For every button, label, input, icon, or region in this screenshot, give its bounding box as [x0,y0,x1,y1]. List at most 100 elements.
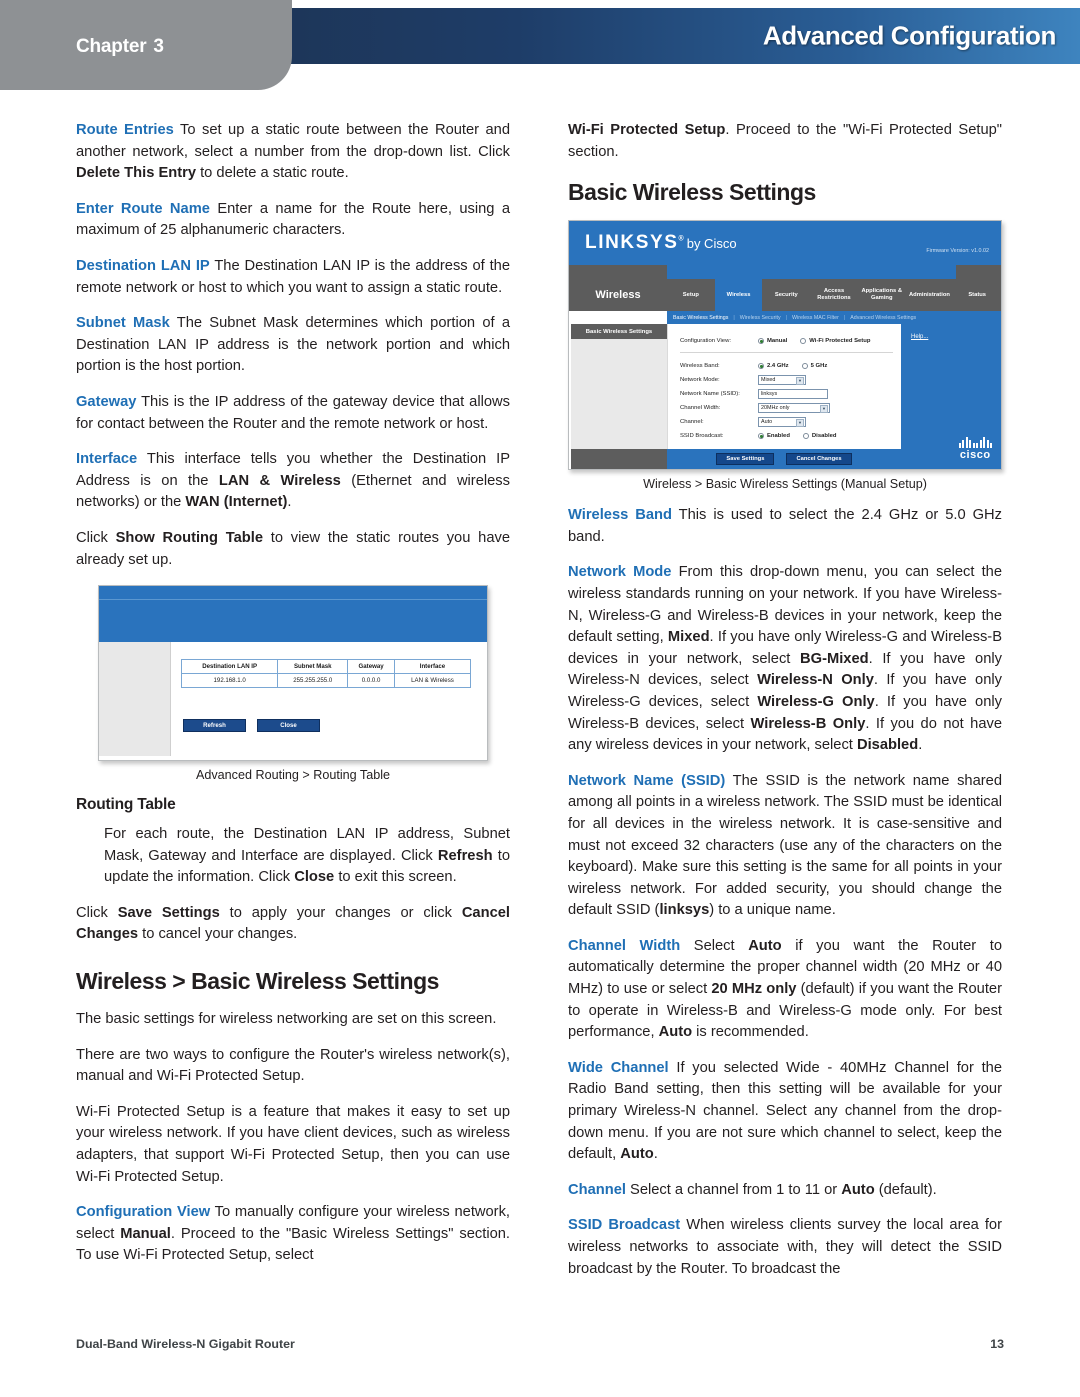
cisco-logo: cisco [958,437,992,462]
routing-table-buttons: Refresh Close [183,719,320,733]
tab-setup[interactable]: Setup [667,279,715,311]
paragraph: Channel Select a channel from 1 to 11 or… [568,1180,1002,1202]
bold-run: 20 MHz only [711,981,797,998]
linksys-subtab-bar: Basic Wireless Settings | Wireless Securit… [667,311,1001,325]
text-run: . [653,1146,658,1163]
linksys-tab-bar: Setup Wireless Security Access Restrictions… [667,279,1001,312]
select-network-mode[interactable]: Mixed ▼ [758,375,806,385]
text-run: Click [76,904,118,921]
paragraph: Gateway This is the IP address of the ga… [76,392,510,435]
tab-access-restrictions[interactable]: Access Restrictions [810,279,858,311]
subtab-wireless-mac-filter[interactable]: Wireless MAC Filter [792,315,839,321]
linksys-logo-bar: LINKSYS® by Cisco Firmware Version: v1.0.… [569,221,1001,266]
text-run: There are two ways to configure the Rout… [76,1046,510,1085]
linksys-form-buttons: Save Settings Cancel Changes [667,449,901,470]
subtab-wireless-security[interactable]: Wireless Security [740,315,781,321]
term-label: Network Mode [568,564,672,581]
chapter-number: 3 [153,36,164,57]
bold-run: linksys [659,902,710,919]
table-body: 192.168.1.0 255.255.255.0 0.0.0.0 LAN & Wir… [180,673,472,689]
tab-administration[interactable]: Administration [906,279,954,311]
radio-enabled[interactable]: Enabled [758,433,790,440]
wifi-protected-setup-paragraph: Wi-Fi Protected Setup. Proceed to the "W… [568,120,1002,163]
refresh-button[interactable]: Refresh [183,719,246,733]
select-channel[interactable]: Auto ▼ [758,417,806,427]
tab-status[interactable]: Status [953,279,1001,311]
bold-run: Show Routing Table [115,529,264,546]
page-footer: Dual-Band Wireless-N Gigabit Router 13 [0,1337,1080,1357]
term-label: Interface [76,451,138,468]
routing-table-grid: Destination LAN IP Subnet Mask Gateway Inte… [180,659,472,689]
bold-run: Close [294,869,335,886]
subtab-basic-wireless-settings[interactable]: Basic Wireless Settings [673,315,728,321]
paragraph: Interface This interface tells you wheth… [76,449,510,514]
linksys-form-panel: Configuration View: Manual Wi-Fi Protected… [667,324,901,450]
text-run: to delete a static route. [195,165,349,182]
bold-run: Wireless-B Only [750,715,866,732]
input-network-name-ssid[interactable]: linksys [758,389,828,399]
radio-5-ghz[interactable]: 5 GHz [801,363,827,370]
term-label: Route Entries [76,122,174,138]
table-column-header: Gateway [347,659,395,675]
form-row: Wireless Band: 2.4 GHz 5 GHz [680,359,893,373]
term-label: Network Name (SSID) [568,772,726,789]
term-label: Enter Route Name [76,200,210,217]
footer-page-number: 13 [990,1337,1004,1351]
tab-wireless[interactable]: Wireless [714,279,763,312]
text-run: . [918,737,923,754]
chapter-tab: Chapter 3 [0,0,292,90]
form-row: SSID Broadcast: Enabled Disabled [680,429,893,443]
help-link[interactable]: Help... [911,334,928,340]
close-button[interactable]: Close [257,719,320,733]
linksys-figure: LINKSYS® by Cisco Firmware Version: v1.0.… [568,220,1002,491]
subtab-advanced-wireless-settings[interactable]: Advanced Wireless Settings [850,315,916,321]
page-title: Advanced Configuration [762,20,1057,51]
bold-run: Wireless-G Only [757,693,875,710]
tab-security[interactable]: Security [762,279,810,311]
tab-applications-gaming[interactable]: Applications & Gaming [858,279,906,311]
paragraph: Click Show Routing Table to view the sta… [76,528,510,571]
save-settings-button[interactable]: Save Settings [716,453,775,466]
bold-run: Delete This Entry [76,165,196,182]
cancel-changes-button[interactable]: Cancel Changes [786,453,852,466]
chevron-down-icon[interactable]: ▼ [820,404,828,413]
registered-icon: ® [678,235,684,243]
select-value: Auto [761,419,773,426]
text-run: . [287,494,292,511]
radio-label: 2.4 GHz [767,363,789,370]
radio-wi-fi-protected-setup[interactable]: Wi-Fi Protected Setup [800,338,870,345]
table-header-row: Destination LAN IP Subnet Mask Gateway Inte… [180,659,472,675]
bold-run: Manual [120,1225,171,1242]
wireless-intro-paragraphs: The basic settings for wireless networki… [76,1009,510,1267]
routing-table-heading: Routing Table [76,796,176,814]
radio-disabled[interactable]: Disabled [802,433,836,440]
linksys-left-panel [571,339,667,450]
routing-table-topbar [99,586,487,643]
table-column-header: Subnet Mask [277,659,349,675]
form-row: Channel: Auto ▼ [680,415,893,429]
radio-manual[interactable]: Manual [758,338,788,345]
radio-dot-icon [801,363,808,370]
linksys-panel-title: Basic Wireless Settings [571,324,667,340]
radio-dot-icon [758,363,764,370]
radio-2-4-ghz[interactable]: 2.4 GHz [758,363,789,370]
select-channel-width[interactable]: 20MHz only ▼ [758,403,830,413]
field-label: Network Mode: [680,377,720,384]
chevron-down-icon[interactable]: ▼ [796,376,804,385]
term-label: SSID Broadcast [568,1217,681,1234]
radio-label: Manual [767,338,788,345]
linksys-field-list: Configuration View: Manual Wi-Fi Protected… [680,334,893,443]
linksys-section-name: Wireless [595,289,641,302]
paragraph: Wide Channel If you selected Wide - 40MH… [568,1058,1002,1166]
text-run: Select [680,937,749,954]
paragraph: SSID Broadcast When wireless clients sur… [568,1215,1002,1280]
chapter-word: Chapter [76,36,147,57]
routing-table-figure: Routing Table Destination LAN IPSubnet M… [76,585,510,782]
chevron-down-icon[interactable]: ▼ [796,418,804,427]
term-label: Wide Channel [568,1059,669,1076]
cisco-wordmark: cisco [959,449,991,462]
form-divider [680,352,893,354]
bold-run: Auto [841,1181,875,1198]
field-label: Channel Width: [680,405,721,412]
term-label: Destination LAN IP [76,257,210,274]
